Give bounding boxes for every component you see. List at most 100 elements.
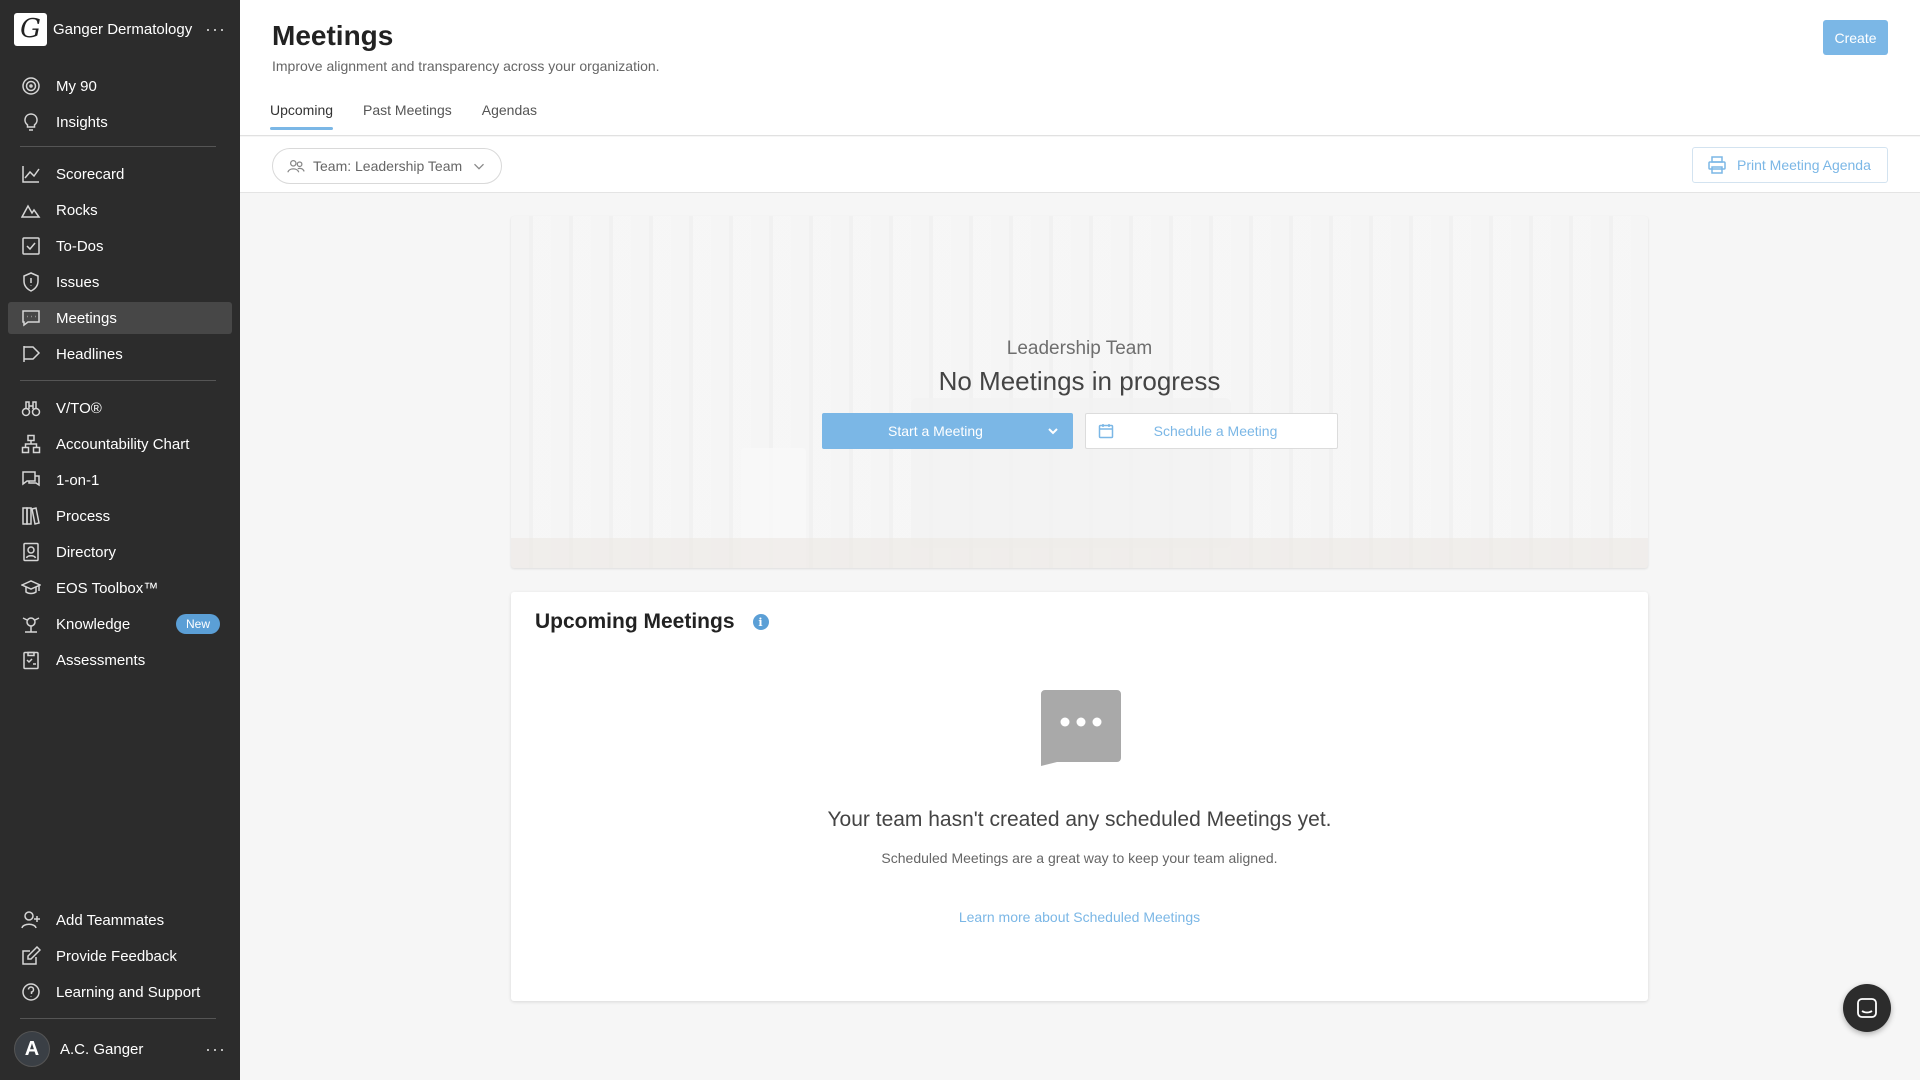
knowledge-icon xyxy=(20,613,42,635)
sidebar-divider xyxy=(20,146,216,147)
sidebar-item-label: Provide Feedback xyxy=(56,947,177,965)
user-plus-icon xyxy=(20,909,42,931)
user-menu[interactable]: A A.C. Ganger ··· xyxy=(14,1031,226,1067)
sidebar-item-directory[interactable]: Directory xyxy=(8,536,232,568)
sidebar-item-1on1[interactable]: 1-on-1 xyxy=(8,464,232,496)
nav-group-bottom: Add Teammates Provide Feedback Learning … xyxy=(8,904,232,1012)
nav-group-eos: V/TO® Accountability Chart 1-on-1 Proces… xyxy=(8,392,232,680)
print-agenda-label: Print Meeting Agenda xyxy=(1737,157,1871,173)
sidebar-item-label: Rocks xyxy=(56,201,98,219)
page-header: Meetings Improve alignment and transpare… xyxy=(240,0,1920,136)
main-content: Meetings Improve alignment and transpare… xyxy=(240,0,1920,1080)
start-meeting-label: Start a Meeting xyxy=(888,423,983,439)
sidebar-item-label: Insights xyxy=(56,113,108,131)
sidebar-item-eos-toolbox[interactable]: EOS Toolbox™ xyxy=(8,572,232,604)
binoculars-icon xyxy=(20,397,42,419)
sidebar-item-process[interactable]: Process xyxy=(8,500,232,532)
sidebar-item-label: Issues xyxy=(56,273,100,291)
edit-icon xyxy=(20,945,42,967)
upcoming-meetings-card: Upcoming Meetings i Your team hasn't cre… xyxy=(511,592,1648,1001)
hero-status-title: No Meetings in progress xyxy=(938,366,1221,396)
sidebar-item-label: Assessments xyxy=(56,651,146,669)
support-chat-button[interactable] xyxy=(1843,984,1891,1032)
empty-state-title: Your team hasn't created any scheduled M… xyxy=(827,808,1332,831)
info-icon[interactable]: i xyxy=(752,614,769,630)
sidebar-item-meetings[interactable]: Meetings xyxy=(8,302,232,334)
chat-bubble-icon xyxy=(1857,998,1877,1018)
avatar: A xyxy=(14,1031,50,1067)
page-title: Meetings xyxy=(272,20,394,51)
calendar-icon xyxy=(1098,424,1114,439)
hero-team-name: Leadership Team xyxy=(1006,338,1153,359)
meeting-hero: Leadership Team No Meetings in progress … xyxy=(511,216,1648,568)
sidebar-item-accountability-chart[interactable]: Accountability Chart xyxy=(8,428,232,460)
graduation-cap-icon xyxy=(20,577,42,599)
start-meeting-button[interactable]: Start a Meeting xyxy=(822,413,1073,449)
sidebar-item-label: Headlines xyxy=(56,345,123,363)
sidebar-item-label: Add Teammates xyxy=(56,911,165,929)
sidebar-item-insights[interactable]: Insights xyxy=(8,106,232,138)
card-title-text: Upcoming Meetings xyxy=(535,610,735,633)
sidebar-item-knowledge[interactable]: Knowledge New xyxy=(8,608,232,640)
sidebar-item-label: Scorecard xyxy=(56,165,125,183)
sidebar-item-label: To-Dos xyxy=(56,237,104,255)
nav-group-primary: My 90 Insights xyxy=(8,70,232,142)
org-switcher[interactable]: G Ganger Dermatology ··· xyxy=(14,12,226,46)
org-name: Ganger Dermatology xyxy=(53,20,193,38)
tab-upcoming[interactable]: Upcoming xyxy=(270,96,334,130)
schedule-meeting-button[interactable]: Schedule a Meeting xyxy=(1085,413,1338,449)
org-chart-icon xyxy=(20,433,42,455)
team-select-label: Team: Leadership Team xyxy=(313,158,463,174)
user-name: A.C. Ganger xyxy=(60,1040,144,1058)
sidebar-item-label: Knowledge xyxy=(56,615,131,633)
learn-more-link[interactable]: Learn more about Scheduled Meetings xyxy=(511,909,1648,925)
sidebar-divider xyxy=(20,380,216,381)
sidebar-item-label: Process xyxy=(56,507,111,525)
chevron-down-icon[interactable] xyxy=(1033,413,1073,449)
sidebar-item-label: V/TO® xyxy=(56,399,102,417)
sidebar: G Ganger Dermatology ··· My 90 Insights … xyxy=(0,0,240,1080)
print-agenda-button[interactable]: Print Meeting Agenda xyxy=(1692,147,1888,183)
sidebar-item-label: My 90 xyxy=(56,77,97,95)
chevron-down-icon xyxy=(474,163,485,170)
sidebar-item-assessments[interactable]: Assessments xyxy=(8,644,232,676)
sidebar-item-todos[interactable]: To-Dos xyxy=(8,230,232,262)
sidebar-item-provide-feedback[interactable]: Provide Feedback xyxy=(8,940,232,972)
contact-icon xyxy=(20,541,42,563)
chart-line-icon xyxy=(20,163,42,185)
empty-state-subtitle: Scheduled Meetings are a great way to ke… xyxy=(881,850,1278,866)
lightbulb-icon xyxy=(20,111,42,133)
sidebar-item-label: Learning and Support xyxy=(56,983,201,1001)
sidebar-item-add-teammates[interactable]: Add Teammates xyxy=(8,904,232,936)
chat-icon xyxy=(20,307,42,329)
sidebar-divider xyxy=(20,1018,216,1019)
checkbox-icon xyxy=(20,235,42,257)
sidebar-item-headlines[interactable]: Headlines xyxy=(8,338,232,370)
sidebar-item-my90[interactable]: My 90 xyxy=(8,70,232,102)
team-select[interactable]: Team: Leadership Team xyxy=(272,148,502,184)
org-logo: G xyxy=(14,12,47,46)
create-button[interactable]: Create xyxy=(1823,20,1888,55)
sidebar-item-label: 1-on-1 xyxy=(56,471,100,489)
printer-icon xyxy=(1708,156,1726,174)
empty-chat-icon xyxy=(1041,690,1121,766)
sidebar-item-rocks[interactable]: Rocks xyxy=(8,194,232,226)
mountain-icon xyxy=(20,199,42,221)
sidebar-item-scorecard[interactable]: Scorecard xyxy=(8,158,232,190)
tab-bar: Upcoming Past Meetings Agendas xyxy=(270,96,567,130)
team-icon xyxy=(287,159,305,173)
tab-agendas[interactable]: Agendas xyxy=(482,96,537,130)
org-menu-icon[interactable]: ··· xyxy=(205,19,226,40)
sidebar-item-label: EOS Toolbox™ xyxy=(56,579,159,597)
page-subtitle: Improve alignment and transparency acros… xyxy=(272,58,660,74)
sidebar-item-label: Meetings xyxy=(56,309,117,327)
flag-icon xyxy=(20,343,42,365)
books-icon xyxy=(20,505,42,527)
user-menu-icon[interactable]: ··· xyxy=(205,1039,226,1060)
sidebar-item-issues[interactable]: Issues xyxy=(8,266,232,298)
tab-past-meetings[interactable]: Past Meetings xyxy=(363,96,452,130)
nav-group-tools: Scorecard Rocks To-Dos Issues Meetings H… xyxy=(8,158,232,374)
upcoming-meetings-title: Upcoming Meetings i xyxy=(535,610,769,634)
sidebar-item-vto[interactable]: V/TO® xyxy=(8,392,232,424)
sidebar-item-learning-support[interactable]: Learning and Support xyxy=(8,976,232,1008)
